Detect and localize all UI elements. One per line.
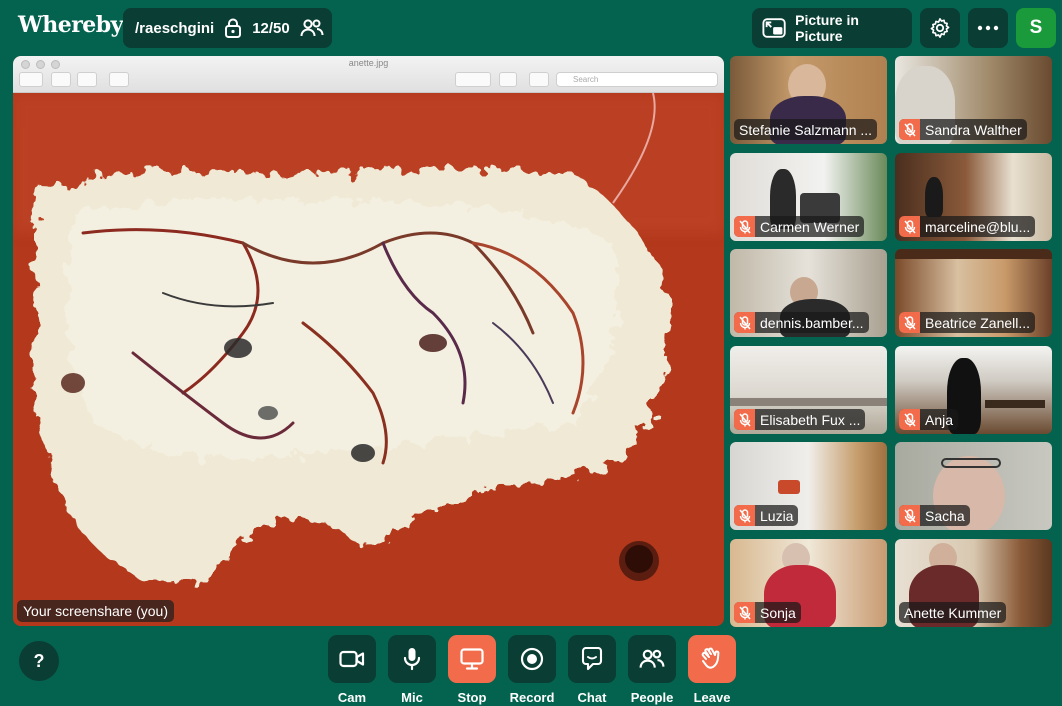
screenshare-view: anette.jpg Search Your screenshare (you) xyxy=(13,56,724,626)
felt-artwork-image xyxy=(13,92,724,626)
participant-tile[interactable]: Beatrice Zanell... xyxy=(895,249,1052,337)
participant-tile[interactable]: Elisabeth Fux ... xyxy=(730,346,887,434)
participant-tile[interactable]: dennis.bamber... xyxy=(730,249,887,337)
cam-label: Cam xyxy=(337,690,367,705)
record-icon xyxy=(520,647,544,671)
participant-name: marceline@blu... xyxy=(925,218,1031,235)
shared-image xyxy=(13,92,724,626)
participant-tile[interactable]: Luzia xyxy=(730,442,887,530)
mic-button[interactable]: Mic xyxy=(388,635,436,705)
muted-mic-icon xyxy=(899,119,920,140)
waving-hand-icon xyxy=(701,647,720,669)
microphone-icon xyxy=(403,648,421,671)
participant-name: Stefanie Salzmann ... xyxy=(739,121,873,138)
participant-name: Sacha xyxy=(925,507,965,524)
muted-mic-icon xyxy=(899,409,920,430)
whereby-logo: Whereby xyxy=(18,12,123,38)
participant-tile[interactable]: Sonja xyxy=(730,539,887,627)
room-name: /raeschgini xyxy=(135,19,215,37)
cam-button[interactable]: Cam xyxy=(328,635,376,705)
help-button[interactable]: ? xyxy=(19,641,59,681)
picture-in-picture-icon xyxy=(762,18,786,38)
shared-window-titlebar: anette.jpg Search xyxy=(13,56,724,93)
participant-tile[interactable]: Sacha xyxy=(895,442,1052,530)
participant-name: Sonja xyxy=(760,604,796,621)
chat-button[interactable]: Chat xyxy=(568,635,616,705)
more-dots-icon xyxy=(977,25,999,31)
record-label: Record xyxy=(509,690,555,705)
participant-tile[interactable]: Sandra Walther xyxy=(895,56,1052,144)
participant-tile[interactable]: Stefanie Salzmann ... xyxy=(730,56,887,144)
muted-mic-icon xyxy=(734,409,755,430)
more-options-button[interactable] xyxy=(968,8,1008,48)
participant-tile[interactable]: Carmen Werner xyxy=(730,153,887,241)
markup-icon xyxy=(455,72,491,87)
participant-name: Elisabeth Fux ... xyxy=(760,411,861,428)
mic-label: Mic xyxy=(401,690,423,705)
screenshare-label: Your screenshare (you) xyxy=(17,600,175,622)
participant-count: 12/50 xyxy=(252,19,290,37)
people-label: People xyxy=(630,690,674,705)
participant-tile[interactable]: Anette Kummer xyxy=(895,539,1052,627)
muted-mic-icon xyxy=(899,505,920,526)
muted-mic-icon xyxy=(734,505,755,526)
stop-label: Stop xyxy=(457,690,487,705)
participant-name: Sandra Walther xyxy=(925,121,1022,138)
picture-in-picture-button[interactable]: Picture in Picture xyxy=(752,8,912,48)
people-icon xyxy=(300,19,324,37)
zoom-out-icon xyxy=(51,72,71,87)
leave-button[interactable]: Leave xyxy=(688,635,736,705)
room-info[interactable]: /raeschgini 12/50 xyxy=(123,8,332,48)
muted-mic-icon xyxy=(734,312,755,333)
annotate-icon xyxy=(529,72,549,87)
share-icon xyxy=(109,72,129,87)
participant-tile[interactable]: Anja xyxy=(895,346,1052,434)
participant-name: Luzia xyxy=(760,507,794,524)
participant-name: Anja xyxy=(925,411,954,428)
participant-name: Anette Kummer xyxy=(904,604,1002,621)
people-icon xyxy=(639,649,665,668)
participant-name: dennis.bamber... xyxy=(760,314,864,331)
leave-label: Leave xyxy=(693,690,731,705)
picture-in-picture-label: Picture in Picture xyxy=(795,12,859,44)
participant-tile[interactable]: marceline@blu... xyxy=(895,153,1052,241)
muted-mic-icon xyxy=(899,216,920,237)
lock-icon xyxy=(225,18,242,38)
zoom-in-icon xyxy=(77,72,97,87)
muted-mic-icon xyxy=(734,602,755,623)
user-avatar[interactable]: S xyxy=(1016,8,1056,48)
chat-icon xyxy=(581,647,603,671)
record-button[interactable]: Record xyxy=(508,635,556,705)
chat-label: Chat xyxy=(577,690,607,705)
shared-window-search: Search xyxy=(556,72,718,87)
gear-icon xyxy=(930,18,950,38)
shared-window-title: anette.jpg xyxy=(348,58,389,68)
camera-icon xyxy=(339,650,365,668)
muted-mic-icon xyxy=(734,216,755,237)
settings-button[interactable] xyxy=(920,8,960,48)
rotate-icon xyxy=(499,72,517,87)
people-button[interactable]: People xyxy=(628,635,676,705)
sidebar-toggle-icon xyxy=(19,72,43,87)
participant-name: Beatrice Zanell... xyxy=(925,314,1031,331)
stop-screenshare-button[interactable]: Stop xyxy=(448,635,496,705)
screenshare-icon xyxy=(460,648,484,670)
participant-name: Carmen Werner xyxy=(760,218,860,235)
muted-mic-icon xyxy=(899,312,920,333)
